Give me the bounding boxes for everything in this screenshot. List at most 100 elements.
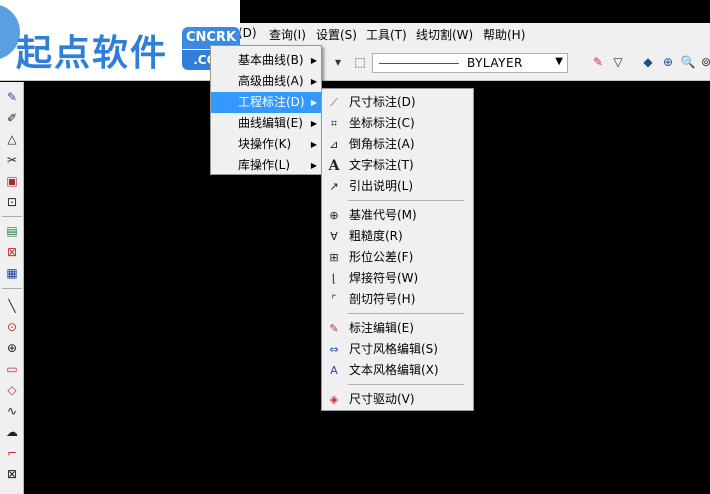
- menu-item-text[interactable]: A 文字标注(T): [322, 155, 473, 176]
- menu-item-dimension-drive[interactable]: ◈ 尺寸驱动(V): [322, 389, 473, 410]
- menu-item-label: 尺寸驱动(V): [349, 392, 415, 406]
- menu-help[interactable]: 帮助(H): [483, 26, 525, 43]
- menu-item-dimension[interactable]: ⟋ 尺寸标注(D): [322, 92, 473, 113]
- logo-text: 起点软件: [16, 32, 169, 74]
- paint-bucket-icon[interactable]: ◆: [640, 54, 656, 70]
- weld-icon: ⌊: [331, 272, 337, 285]
- menu-item-label: 坐标标注(C): [349, 116, 415, 130]
- submenu-arrow-icon: ▶: [310, 77, 317, 86]
- submenu-arrow-icon: ▶: [310, 161, 317, 170]
- menu-item-label: 焊接符号(W): [349, 271, 419, 285]
- site-logo: 起点软件 CNCRK .COM: [0, 0, 240, 80]
- hatch-icon[interactable]: ⊠: [3, 465, 21, 483]
- menu-item-leader[interactable]: ↗ 引出说明(L): [322, 176, 473, 197]
- leader-icon: ↗: [329, 180, 339, 193]
- divider: [348, 384, 464, 385]
- chevron-down-icon: ▼: [555, 56, 563, 67]
- datum-icon: ⊕: [329, 209, 339, 222]
- coordinate-icon: ⌗: [330, 117, 338, 130]
- submenu-arrow-icon: ▶: [310, 140, 317, 149]
- dropdown-arrow-icon[interactable]: ▾: [330, 54, 346, 70]
- layer-select[interactable]: BYLAYER ▼: [372, 53, 568, 73]
- polygon-icon[interactable]: ◇: [3, 381, 21, 399]
- menu-item-library-ops[interactable]: 库操作(L) ▶: [211, 155, 321, 176]
- menu-item-label: 工程标注(D): [238, 95, 305, 109]
- menu-item-engineering-annotation[interactable]: 工程标注(D) ▶: [211, 92, 321, 113]
- drawing-menu: 基本曲线(B) ▶ 高级曲线(A) ▶ 工程标注(D) ▶ 曲线编辑(E) ▶ 块操作(…: [210, 45, 322, 175]
- zoom-window-icon[interactable]: ⊕: [660, 54, 676, 70]
- menu-query[interactable]: 查询(I): [269, 26, 306, 43]
- menu-item-label: 引出说明(L): [349, 179, 414, 193]
- spline-icon[interactable]: ∿: [3, 402, 21, 420]
- triangle-icon[interactable]: △: [3, 130, 21, 148]
- menu-item-block-ops[interactable]: 块操作(K) ▶: [211, 134, 321, 155]
- line-style-icon[interactable]: ⬚: [352, 54, 368, 70]
- divider: [2, 216, 22, 217]
- text-style-icon: A: [330, 364, 338, 377]
- folder-icon[interactable]: ▤: [3, 222, 21, 240]
- menu-item-edit-dimension[interactable]: ✎ 标注编辑(E): [322, 318, 473, 339]
- dimension-icon: ⟋: [330, 96, 338, 109]
- delete-icon[interactable]: ⊠: [3, 243, 21, 261]
- menu-item-label: 标注编辑(E): [349, 321, 414, 335]
- menu-item-basic-curve[interactable]: 基本曲线(B) ▶: [211, 50, 321, 71]
- menu-item-label: 粗糙度(R): [349, 229, 403, 243]
- menu-item-curve-edit[interactable]: 曲线编辑(E) ▶: [211, 113, 321, 134]
- menu-item-text-style[interactable]: A 文本风格编辑(X): [322, 360, 473, 381]
- menu-item-label: 文字标注(T): [349, 158, 414, 172]
- divider: [348, 200, 464, 201]
- cloud-icon[interactable]: ☁: [3, 423, 21, 441]
- menu-drawing[interactable]: (D): [238, 26, 257, 40]
- annotation-submenu: ⟋ 尺寸标注(D) ⌗ 坐标标注(C) ⊿ 倒角标注(A) A 文字标注(T) ↗ 引出说…: [321, 88, 474, 411]
- pencil-icon[interactable]: ✎: [3, 88, 21, 106]
- dimension-drive-icon: ◈: [329, 393, 339, 406]
- pan-icon[interactable]: ⊚: [698, 54, 710, 70]
- submenu-arrow-icon: ▶: [310, 119, 317, 128]
- layer-color-line: [379, 63, 459, 64]
- menu-item-chamfer[interactable]: ⊿ 倒角标注(A): [322, 134, 473, 155]
- polyline-icon[interactable]: ⌐: [3, 444, 21, 462]
- zoom-icon[interactable]: 🔍: [680, 54, 696, 70]
- divider: [2, 288, 22, 289]
- menu-item-weld[interactable]: ⌊ 焊接符号(W): [322, 268, 473, 289]
- rectangle-icon[interactable]: ▭: [3, 360, 21, 378]
- menu-item-dimension-style[interactable]: ⇔ 尺寸风格编辑(S): [322, 339, 473, 360]
- submenu-arrow-icon: ▶: [310, 56, 317, 65]
- menu-item-label: 高级曲线(A): [238, 74, 304, 88]
- section-icon: ⌜: [331, 293, 337, 306]
- circle-icon[interactable]: ⊕: [3, 339, 21, 357]
- print-icon[interactable]: ▦: [3, 264, 21, 282]
- menu-item-roughness[interactable]: ∀ 粗糙度(R): [322, 226, 473, 247]
- menu-item-coordinate[interactable]: ⌗ 坐标标注(C): [322, 113, 473, 134]
- menu-item-label: 尺寸标注(D): [349, 95, 416, 109]
- circle-center-icon[interactable]: ⊙: [3, 318, 21, 336]
- submenu-arrow-icon: ▶: [310, 98, 317, 107]
- filter-icon[interactable]: ▽: [610, 54, 626, 70]
- menu-item-label: 剖切符号(H): [349, 292, 416, 306]
- menu-item-label: 文本风格编辑(X): [349, 363, 439, 377]
- block-icon[interactable]: ▣: [3, 172, 21, 190]
- menu-item-label: 尺寸风格编辑(S): [349, 342, 438, 356]
- menu-tools[interactable]: 工具(T): [366, 26, 407, 43]
- scissors-icon[interactable]: ✂: [3, 151, 21, 169]
- menu-settings[interactable]: 设置(S): [316, 26, 357, 43]
- library-icon[interactable]: ⊡: [3, 193, 21, 211]
- line-icon[interactable]: ╲: [3, 297, 21, 315]
- chamfer-icon: ⊿: [329, 138, 339, 151]
- eraser-icon[interactable]: ✎: [590, 54, 606, 70]
- menu-item-tolerance[interactable]: ⊞ 形位公差(F): [322, 247, 473, 268]
- edit-dimension-icon: ✎: [329, 322, 339, 335]
- left-toolbar: ✎ ✐ △ ✂ ▣ ⊡ ▤ ⊠ ▦ ╲ ⊙ ⊕ ▭ ◇ ∿ ☁ ⌐ ⊠: [0, 82, 24, 494]
- menu-item-label: 倒角标注(A): [349, 137, 415, 151]
- divider: [348, 313, 464, 314]
- menu-item-label: 基准代号(M): [349, 208, 417, 222]
- edit-icon[interactable]: ✐: [3, 109, 21, 127]
- menu-item-label: 库操作(L): [238, 158, 291, 172]
- menu-item-section[interactable]: ⌜ 剖切符号(H): [322, 289, 473, 310]
- menu-item-datum[interactable]: ⊕ 基准代号(M): [322, 205, 473, 226]
- text-icon: A: [328, 158, 340, 174]
- roughness-icon: ∀: [330, 230, 338, 243]
- menu-item-label: 块操作(K): [238, 137, 292, 151]
- menu-item-advanced-curve[interactable]: 高级曲线(A) ▶: [211, 71, 321, 92]
- menu-wire-cut[interactable]: 线切割(W): [416, 26, 473, 43]
